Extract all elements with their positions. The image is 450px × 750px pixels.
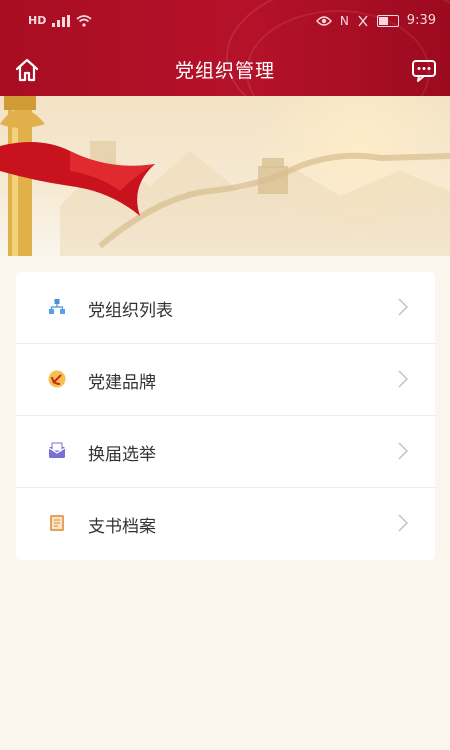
page-title: 党组织管理 <box>174 60 275 82</box>
status-bar: HD N 9:39 <box>0 0 450 44</box>
banner-image <box>0 96 450 256</box>
menu-item-label: 党建品牌 <box>88 373 156 393</box>
chevron-right-icon <box>398 442 409 460</box>
wifi-icon <box>76 14 92 27</box>
vibrate-icon <box>358 15 368 26</box>
menu-item-secretary-archive[interactable]: 支书档案 <box>16 488 435 560</box>
party-emblem-icon <box>48 370 66 388</box>
menu-item-label: 换届选举 <box>88 445 156 465</box>
chevron-right-icon <box>398 370 409 388</box>
hd-label: HD <box>28 14 47 27</box>
great-wall-illustration <box>0 96 450 256</box>
menu-item-party-brand[interactable]: 党建品牌 <box>16 344 435 416</box>
nav-bar: 党组织管理 <box>0 44 450 96</box>
org-chart-icon <box>49 299 65 314</box>
signal-icon <box>52 14 71 27</box>
eye-icon <box>315 15 332 26</box>
message-icon <box>412 60 436 82</box>
menu-item-election[interactable]: 换届选举 <box>16 416 435 488</box>
menu-item-org-list[interactable]: 党组织列表 <box>16 272 435 344</box>
menu-item-label: 支书档案 <box>88 517 156 537</box>
notebook-icon <box>50 515 64 531</box>
header-bar: HD N 9:39 党组织管理 <box>0 0 450 96</box>
ballot-envelope-icon <box>48 442 66 458</box>
nfc-label: N <box>339 13 349 28</box>
chevron-right-icon <box>398 514 409 532</box>
chevron-right-icon <box>398 298 409 316</box>
status-time: 9:39 <box>406 13 436 28</box>
menu-item-label: 党组织列表 <box>88 301 173 321</box>
battery-icon <box>376 14 399 27</box>
menu-list: 党组织列表 党建品牌 换届选举 支书档案 <box>16 272 435 560</box>
message-button[interactable] <box>410 56 438 84</box>
